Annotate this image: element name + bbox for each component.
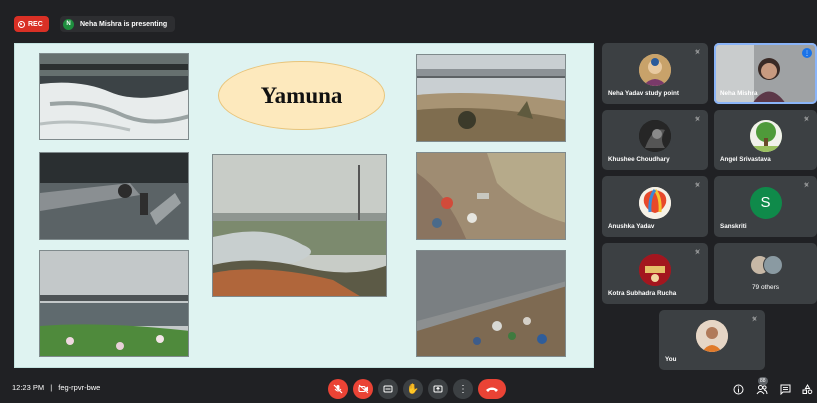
raise-hand-button[interactable]: ✋ — [403, 379, 423, 399]
captions-button[interactable] — [378, 379, 398, 399]
participant-tile-speaking[interactable]: ⋮ Neha Mishra — [714, 43, 817, 104]
participant-name: Angel Srivastava — [720, 156, 771, 163]
mic-off-icon: ✎̸ — [694, 117, 700, 123]
participant-tile[interactable]: ✎̸ Khushee Choudhary — [602, 110, 708, 170]
participant-avatar — [639, 186, 671, 219]
participant-avatar-initial: S — [749, 186, 782, 219]
present-icon — [433, 385, 443, 393]
people-count-badge: 88 — [758, 377, 768, 385]
end-call-button[interactable] — [478, 379, 506, 399]
mic-off-icon: ✎̸ — [803, 117, 809, 123]
present-button[interactable] — [428, 379, 448, 399]
participant-tile[interactable]: ✎̸ Angel Srivastava — [714, 110, 817, 170]
slide-photo-river-landscape — [212, 154, 387, 297]
participant-tile[interactable]: ✎̸ S Sanskriti — [714, 176, 817, 237]
activities-icon — [802, 383, 812, 394]
record-icon — [18, 20, 25, 28]
mic-off-icon: ✎̸ — [751, 317, 757, 323]
participant-tile[interactable]: ✎̸ Neha Yadav study point — [602, 43, 708, 104]
meeting-info: 12:23 PM | feg-rpvr-bwe — [12, 383, 100, 392]
participant-name: Neha Yadav study point — [608, 90, 679, 97]
info-icon — [733, 384, 743, 394]
participant-name: Kotra Subhadra Rucha — [608, 290, 677, 297]
slide-title: Yamuna — [218, 61, 385, 130]
slide-photo-bridge-green — [39, 250, 189, 357]
slide-photo-bridge-bank — [416, 54, 566, 142]
microphone-toggle-button[interactable] — [328, 379, 348, 399]
bottom-bar: 12:23 PM | feg-rpvr-bwe ✋ ⋮ 88 — [0, 375, 817, 403]
chat-button[interactable] — [778, 382, 792, 396]
slide-photo-garbage-bank — [416, 152, 566, 240]
others-tile[interactable]: 79 others — [714, 243, 817, 304]
participant-avatar — [639, 120, 671, 153]
camera-off-icon — [358, 384, 368, 394]
participant-name: Neha Mishra — [720, 90, 758, 97]
mic-off-icon: ✎̸ — [694, 250, 700, 256]
meeting-separator: | — [50, 383, 53, 392]
presenter-avatar: N — [63, 18, 74, 30]
participant-tile[interactable]: ✎̸ Anushka Yadav — [602, 176, 708, 237]
participant-avatar — [749, 120, 782, 153]
hand-icon: ✋ — [406, 383, 420, 395]
people-button[interactable]: 88 — [755, 377, 769, 396]
slide-photo-foam-river — [39, 53, 189, 140]
mic-off-icon: ✎̸ — [694, 183, 700, 189]
activities-button[interactable] — [800, 382, 814, 396]
meeting-time: 12:23 PM — [12, 383, 45, 392]
more-options-button[interactable]: ⋮ — [453, 379, 473, 399]
presenting-text: Neha Mishra is presenting — [80, 20, 168, 28]
slide-photo-hand-water — [39, 152, 189, 240]
others-count: 79 others — [751, 284, 780, 291]
participant-name: Sanskriti — [720, 223, 747, 230]
mic-off-icon: ✎̸ — [694, 50, 700, 56]
mic-off-icon — [333, 384, 343, 394]
participant-avatar — [639, 53, 671, 86]
chat-icon — [780, 384, 790, 395]
recording-label: REC — [28, 20, 43, 28]
self-tile[interactable]: ✎̸ You — [659, 310, 765, 370]
others-avatar-icon — [763, 255, 783, 275]
participant-avatar — [639, 253, 671, 286]
captions-icon — [383, 385, 393, 393]
self-avatar — [696, 320, 728, 353]
participant-name: You — [665, 356, 677, 363]
meeting-code: feg-rpvr-bwe — [58, 383, 101, 392]
slide-photo-plastic-waste — [416, 250, 566, 357]
hang-up-icon — [486, 387, 498, 392]
presenting-indicator[interactable]: N Neha Mishra is presenting — [60, 16, 176, 32]
meeting-details-button[interactable] — [731, 382, 745, 396]
participant-name: Khushee Choudhary — [608, 156, 670, 163]
mic-off-icon: ✎̸ — [803, 183, 809, 189]
recording-indicator[interactable]: REC — [14, 16, 49, 32]
top-bar: REC N Neha Mishra is presenting — [0, 0, 817, 44]
people-icon — [756, 384, 768, 394]
speaking-indicator-icon: ⋮ — [802, 48, 812, 58]
participant-tile[interactable]: ✎̸ Kotra Subhadra Rucha — [602, 243, 708, 304]
presentation-stage: Yamuna — [14, 43, 594, 368]
camera-toggle-button[interactable] — [353, 379, 373, 399]
others-avatars — [750, 255, 783, 275]
more-vertical-icon: ⋮ — [458, 383, 468, 395]
participant-name: Anushka Yadav — [608, 223, 655, 230]
